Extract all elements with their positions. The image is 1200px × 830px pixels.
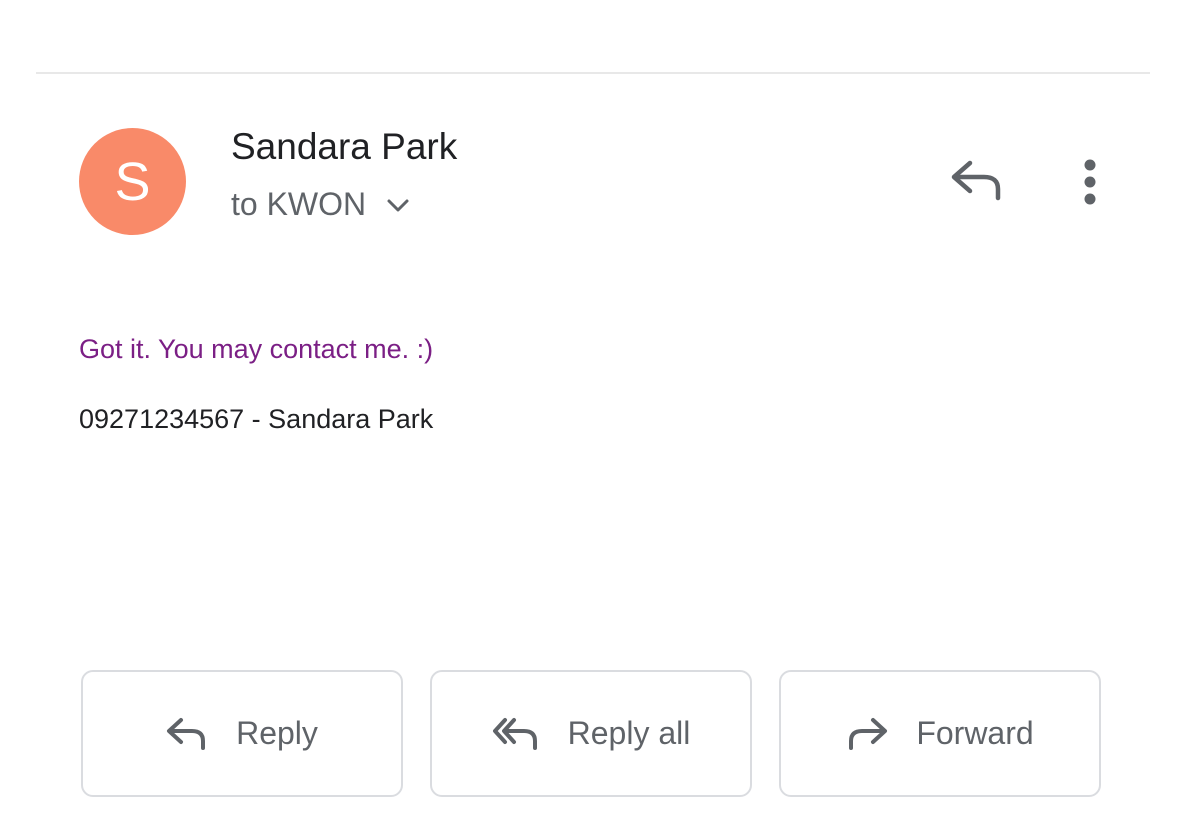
header-reply-button[interactable] <box>940 152 1014 212</box>
more-options-button[interactable] <box>1064 152 1116 216</box>
more-vert-icon <box>1082 159 1098 210</box>
reply-all-button[interactable]: Reply all <box>430 670 752 797</box>
reply-icon <box>166 717 208 751</box>
reply-button[interactable]: Reply <box>81 670 403 797</box>
reply-icon <box>950 159 1004 206</box>
reply-all-button-label: Reply all <box>567 715 691 751</box>
avatar-letter: S <box>114 151 151 212</box>
reply-button-label: Reply <box>236 715 318 751</box>
recipients-toggle[interactable]: to KWON <box>231 186 410 223</box>
chevron-down-icon[interactable] <box>386 198 410 219</box>
sender-name: Sandara Park <box>231 126 458 167</box>
sender-avatar[interactable]: S <box>79 128 186 235</box>
recipients-text: to KWON <box>231 186 367 222</box>
reply-all-icon <box>492 717 540 751</box>
message-signature-line: 09271234567 - Sandara Park <box>79 404 434 434</box>
forward-button[interactable]: Forward <box>779 670 1101 797</box>
forward-icon <box>846 717 888 751</box>
header-divider <box>36 72 1150 74</box>
forward-button-label: Forward <box>916 715 1034 751</box>
message-body-line: Got it. You may contact me. :) <box>79 334 434 364</box>
